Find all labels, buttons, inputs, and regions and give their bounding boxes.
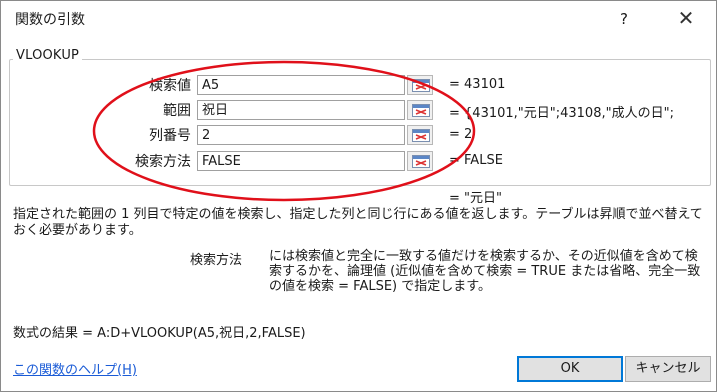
arg-label-range-lookup: 検索方法 (135, 154, 191, 170)
arg-value-range-lookup: = FALSE (449, 153, 503, 168)
ok-button[interactable]: OK (517, 356, 623, 382)
selected-arg-description: には検索値と完全に一致する値だけを検索するか、その近似値を含めて検索するかを、論… (269, 249, 701, 294)
collapse-dialog-icon (412, 129, 430, 142)
range-lookup-input[interactable]: FALSE (197, 151, 405, 171)
cancel-button[interactable]: キャンセル (625, 356, 711, 382)
ref-button-range-lookup[interactable] (407, 151, 433, 171)
arg-label-lookup-value: 検索値 (149, 78, 191, 94)
arg-label-col-index: 列番号 (149, 128, 191, 144)
arg-label-table-array: 範囲 (163, 103, 191, 119)
collapse-dialog-icon (412, 104, 430, 117)
title-bar: 関数の引数 ? ✕ (1, 1, 716, 39)
arg-value-table-array: = {43101,"元日";43108,"成人の日"; (449, 106, 674, 121)
function-name: VLOOKUP (13, 48, 83, 63)
arg-value-lookup-value: = 43101 (449, 77, 506, 92)
col-index-input[interactable]: 2 (197, 125, 405, 145)
ref-button-lookup-value[interactable] (407, 75, 433, 95)
table-array-input[interactable]: 祝日 (197, 100, 405, 120)
selected-arg-name: 検索方法 (190, 253, 243, 268)
help-button[interactable]: ? (613, 7, 635, 31)
ref-button-col-index[interactable] (407, 125, 433, 145)
function-result-value: = "元日" (449, 191, 502, 206)
ref-button-table-array[interactable] (407, 100, 433, 120)
collapse-dialog-icon (412, 155, 430, 168)
function-help-link[interactable]: この関数のヘルプ(H) (13, 359, 137, 378)
lookup-value-input[interactable]: A5 (197, 75, 405, 95)
function-description: 指定された範囲の 1 列目で特定の値を検索し、指定した列と同じ行にある値を返しま… (13, 207, 703, 238)
close-button[interactable]: ✕ (671, 5, 701, 31)
formula-result: 数式の結果 = A:D+VLOOKUP(A5,祝日,2,FALSE) (13, 326, 306, 341)
collapse-dialog-icon (412, 79, 430, 92)
arg-value-col-index: = 2 (449, 127, 473, 142)
function-arguments-dialog: 関数の引数 ? ✕ VLOOKUP 検索値 A5 = 43101 範囲 祝日 =… (0, 0, 717, 392)
dialog-title: 関数の引数 (15, 12, 85, 28)
